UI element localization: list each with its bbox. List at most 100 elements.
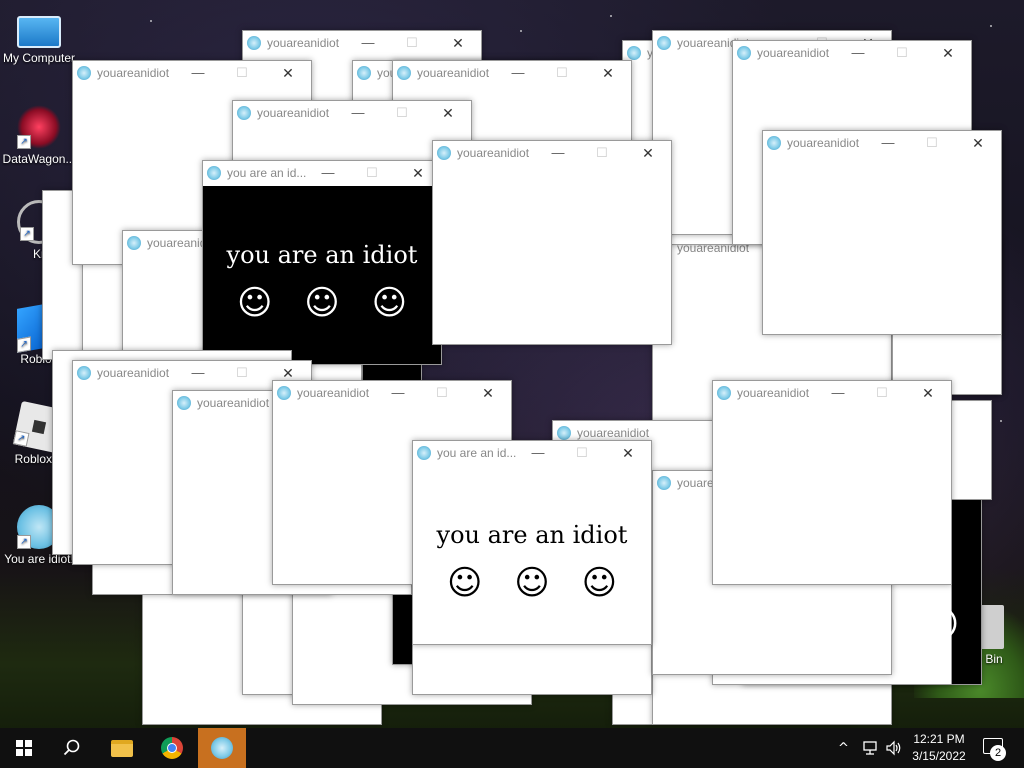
app-icon bbox=[557, 426, 571, 440]
window-title: youareanidiot bbox=[297, 386, 370, 400]
app-icon bbox=[417, 446, 431, 460]
desktop-icon-label: My Computer bbox=[2, 51, 76, 65]
shortcut-arrow-icon: ↗ bbox=[12, 430, 30, 447]
app-icon bbox=[207, 166, 221, 180]
maximize-button[interactable]: ☐ bbox=[917, 134, 947, 152]
idiot-message: you are an idiot bbox=[226, 241, 418, 269]
close-button[interactable]: ✕ bbox=[443, 34, 473, 52]
minimize-button[interactable]: — bbox=[823, 384, 853, 402]
smiley-icon: ☺ bbox=[236, 283, 273, 323]
network-icon bbox=[863, 741, 877, 755]
minimize-button[interactable]: — bbox=[183, 364, 213, 382]
minimize-button[interactable]: — bbox=[383, 384, 413, 402]
idiot-window[interactable]: youareanidiot — ☐ ✕ bbox=[432, 140, 672, 345]
idiot-message: you are an idiot bbox=[436, 521, 628, 549]
smiley-icon: ☺ bbox=[304, 283, 340, 323]
window-title: youareanidiot bbox=[457, 146, 530, 160]
close-button[interactable]: ✕ bbox=[593, 64, 623, 82]
maximize-button[interactable]: ☐ bbox=[227, 64, 257, 82]
close-button[interactable]: ✕ bbox=[913, 384, 943, 402]
star bbox=[150, 20, 152, 22]
window-title: youareanidiot bbox=[737, 386, 810, 400]
maximize-button[interactable]: ☐ bbox=[387, 104, 417, 122]
app-icon bbox=[767, 136, 781, 150]
maximize-button[interactable]: ☐ bbox=[547, 64, 577, 82]
chrome-icon bbox=[161, 737, 183, 759]
volume-icon bbox=[886, 740, 901, 756]
clock-date: 3/15/2022 bbox=[912, 749, 966, 763]
app-icon bbox=[657, 476, 671, 490]
app-icon bbox=[357, 66, 371, 80]
minimize-button[interactable]: — bbox=[503, 64, 533, 82]
maximize-button[interactable]: ☐ bbox=[867, 384, 897, 402]
idiot-window-white[interactable]: you are an id... — ☐ ✕ you are an idiot ☺ ☺… bbox=[412, 440, 652, 645]
app-icon bbox=[177, 396, 191, 410]
minimize-button[interactable]: — bbox=[843, 44, 873, 62]
window-title: youareanidiot bbox=[97, 366, 170, 380]
maximize-button[interactable]: ☐ bbox=[357, 164, 387, 182]
window-title: youareanidiot bbox=[787, 136, 860, 150]
maximize-button[interactable]: ☐ bbox=[427, 384, 457, 402]
close-button[interactable]: ✕ bbox=[963, 134, 993, 152]
close-button[interactable]: ✕ bbox=[613, 444, 643, 462]
idiot-window[interactable]: youareanidiot — ☐ ✕ bbox=[712, 380, 952, 585]
star bbox=[520, 30, 522, 32]
minimize-button[interactable]: — bbox=[523, 444, 553, 462]
taskbar-you-are-idiot[interactable] bbox=[198, 728, 246, 768]
start-button[interactable] bbox=[0, 728, 48, 768]
smiley-icon: ☺ bbox=[371, 283, 408, 323]
clock[interactable]: 12:21 PM 3/15/2022 bbox=[905, 731, 973, 765]
maximize-button[interactable]: ☐ bbox=[887, 44, 917, 62]
window-title: youareanidiot bbox=[97, 66, 170, 80]
idiot-window-black[interactable]: you are an id... — ☐ ✕ you are an idiot ☺ ☺… bbox=[202, 160, 442, 365]
taskbar: ^ 12:21 PM 3/15/2022 2 bbox=[0, 728, 1024, 768]
minimize-button[interactable]: — bbox=[343, 104, 373, 122]
desktop-icon-datawagon[interactable]: ↗ DataWagon... bbox=[0, 105, 78, 166]
app-icon bbox=[77, 366, 91, 380]
close-button[interactable]: ✕ bbox=[273, 64, 303, 82]
taskbar-file-explorer[interactable] bbox=[98, 728, 146, 768]
window-title: youareanidiot bbox=[417, 66, 490, 80]
shortcut-arrow-icon: ↗ bbox=[17, 535, 31, 549]
taskbar-chrome[interactable] bbox=[148, 728, 196, 768]
app-icon bbox=[397, 66, 411, 80]
close-button[interactable]: ✕ bbox=[633, 144, 663, 162]
close-button[interactable]: ✕ bbox=[433, 104, 463, 122]
app-icon bbox=[237, 106, 251, 120]
star bbox=[610, 15, 612, 17]
minimize-button[interactable]: — bbox=[543, 144, 573, 162]
maximize-button[interactable]: ☐ bbox=[227, 364, 257, 382]
app-icon bbox=[737, 46, 751, 60]
maximize-button[interactable]: ☐ bbox=[587, 144, 617, 162]
window-title: youareanidiot bbox=[577, 426, 650, 440]
network-button[interactable] bbox=[862, 728, 880, 768]
minimize-button[interactable]: — bbox=[873, 134, 903, 152]
shortcut-arrow-icon: ↗ bbox=[17, 135, 31, 149]
tray-chevron-button[interactable]: ^ bbox=[838, 728, 849, 768]
maximize-button[interactable]: ☐ bbox=[397, 34, 427, 52]
app-icon bbox=[437, 146, 451, 160]
window-title: youare bbox=[677, 476, 714, 490]
notification-badge: 2 bbox=[990, 745, 1006, 761]
close-button[interactable]: ✕ bbox=[403, 164, 433, 182]
desktop-icon-label: DataWagon... bbox=[2, 152, 76, 166]
smiley-icon: ☺ bbox=[446, 563, 483, 603]
chevron-up-icon: ^ bbox=[838, 740, 849, 756]
minimize-button[interactable]: — bbox=[183, 64, 213, 82]
window-title: youareanidiot bbox=[757, 46, 830, 60]
volume-button[interactable] bbox=[885, 728, 903, 768]
desktop: My Computer ↗ DataWagon... ↗ Kr ↗ Roblox… bbox=[0, 0, 1024, 728]
app-icon bbox=[127, 236, 141, 250]
idiot-window[interactable]: youareanidiot — ☐ ✕ bbox=[762, 130, 1002, 335]
maximize-button[interactable]: ☐ bbox=[567, 444, 597, 462]
search-button[interactable] bbox=[48, 728, 96, 768]
minimize-button[interactable]: — bbox=[313, 164, 343, 182]
close-button[interactable]: ✕ bbox=[933, 44, 963, 62]
app-icon bbox=[627, 46, 641, 60]
app-icon bbox=[277, 386, 291, 400]
window-title: you are an id... bbox=[437, 446, 517, 460]
minimize-button[interactable]: — bbox=[353, 34, 383, 52]
close-button[interactable]: ✕ bbox=[473, 384, 503, 402]
star bbox=[990, 25, 992, 27]
desktop-icon-my-computer[interactable]: My Computer bbox=[0, 8, 78, 65]
